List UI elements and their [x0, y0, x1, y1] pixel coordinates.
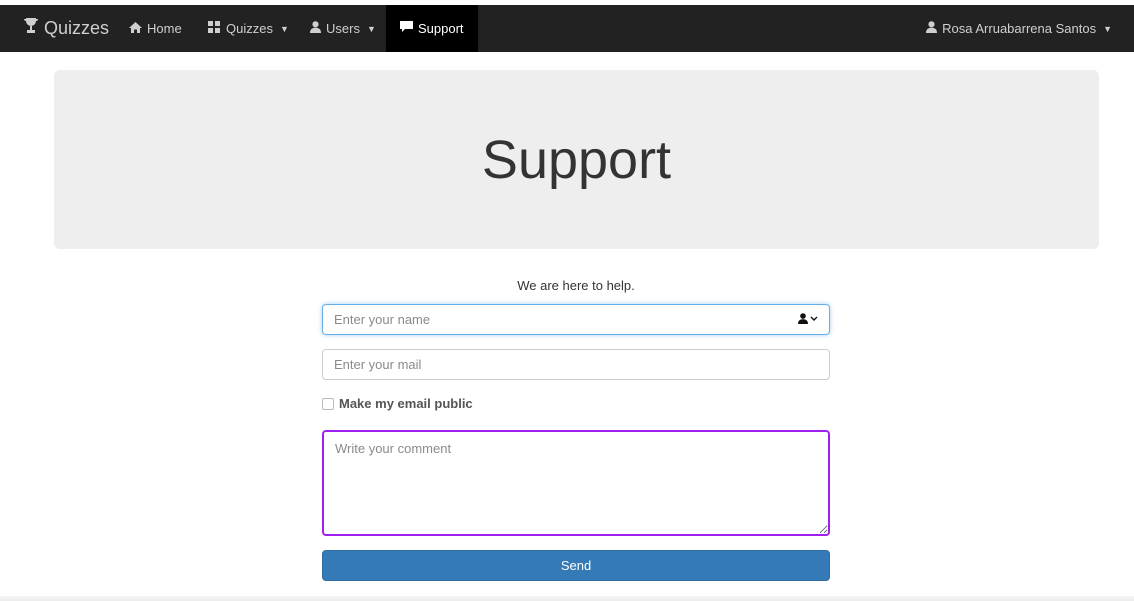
brand-link[interactable]: Quizzes — [24, 5, 109, 52]
brand-label: Quizzes — [44, 18, 110, 38]
nav-home[interactable]: Home — [129, 5, 182, 52]
name-field-group — [322, 304, 830, 335]
page-title: Support — [481, 129, 672, 190]
user-account-dropdown[interactable]: Rosa Arruabarrena Santos ▼ — [926, 5, 1112, 52]
public-email-checkbox[interactable] — [322, 397, 334, 410]
page-header: Support — [54, 70, 1099, 249]
public-email-option: Make my email public — [322, 396, 473, 411]
page-subtitle: We are here to help. — [517, 278, 635, 293]
bottom-edge — [0, 596, 1134, 601]
nav-quizzes-label: Quizzes — [226, 21, 273, 36]
nav-home-label: Home — [147, 21, 182, 36]
chevron-down-icon: ▼ — [1103, 23, 1112, 34]
quizzes-icon — [208, 21, 221, 36]
nav-support[interactable]: Support — [386, 5, 478, 52]
nav-users-dropdown[interactable]: Users ▼ — [310, 5, 376, 52]
top-navbar: Quizzes Home Quizzes ▼ Users ▼ Support R… — [0, 5, 1134, 52]
home-icon — [129, 21, 142, 36]
nav-quizzes-dropdown[interactable]: Quizzes ▼ — [208, 5, 289, 52]
user-name: Rosa Arruabarrena Santos — [942, 21, 1097, 36]
chevron-down-icon: ▼ — [366, 23, 376, 34]
public-email-label[interactable]: Make my email public — [339, 396, 473, 411]
trophy-icon — [24, 17, 38, 40]
email-input[interactable] — [322, 349, 830, 380]
user-icon — [926, 21, 938, 36]
autofill-contact-icon[interactable] — [798, 313, 818, 324]
nav-users-label: Users — [326, 21, 360, 36]
send-button[interactable]: Send — [322, 550, 830, 581]
name-input[interactable] — [322, 304, 830, 335]
user-icon — [310, 21, 321, 36]
chevron-down-icon: ▼ — [279, 23, 289, 34]
nav-support-label: Support — [418, 21, 464, 36]
comment-textarea[interactable] — [322, 430, 830, 536]
comment-icon — [400, 21, 413, 36]
